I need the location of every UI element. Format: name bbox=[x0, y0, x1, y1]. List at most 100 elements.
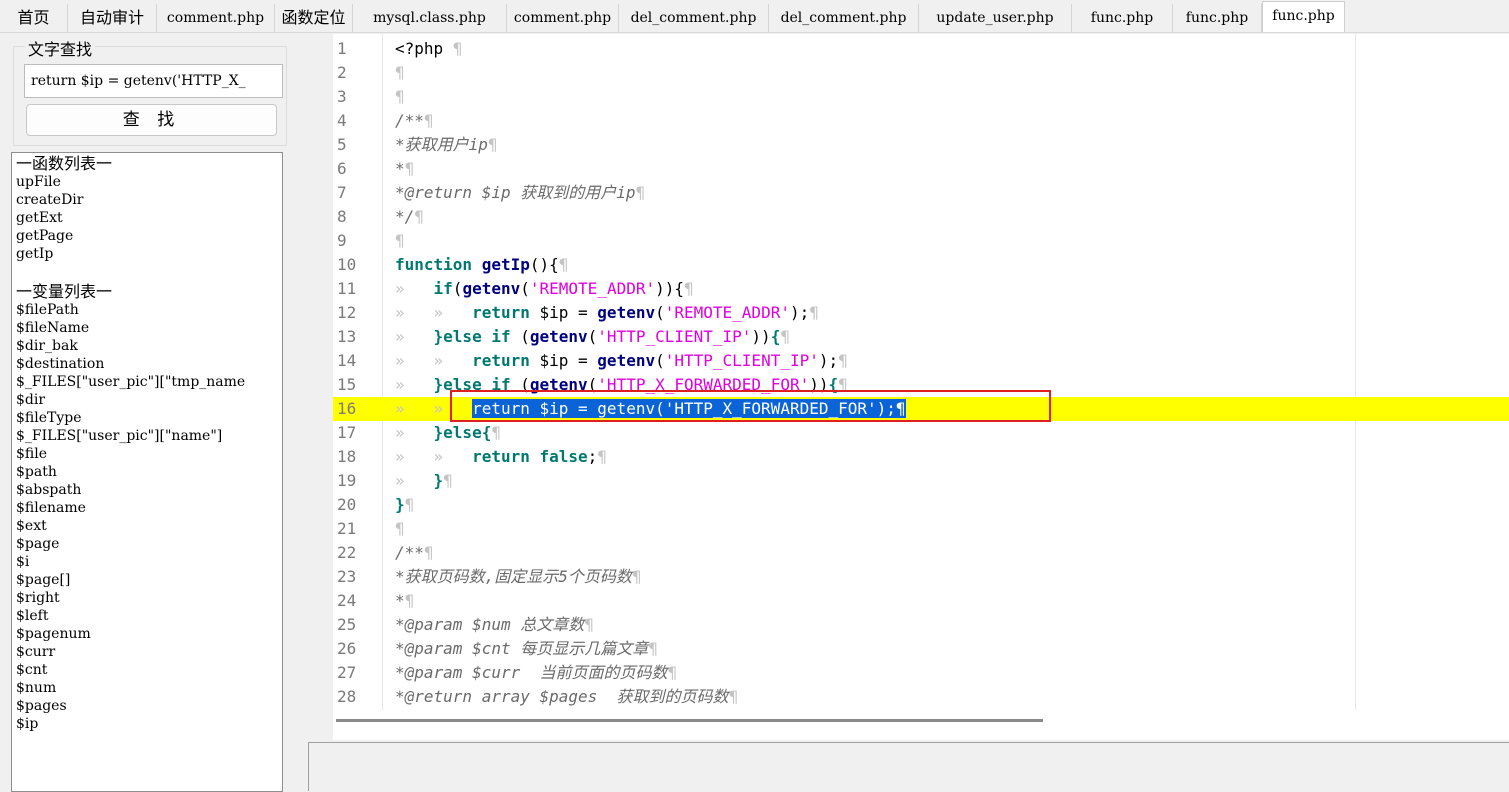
code-text: ¶ bbox=[395, 63, 405, 82]
line-number: 2 bbox=[337, 63, 347, 82]
variable-list-item[interactable]: $destination bbox=[12, 355, 282, 373]
code-line[interactable]: 8 */¶ bbox=[333, 205, 1509, 229]
variable-list-item[interactable]: $page bbox=[12, 535, 282, 553]
line-number: 4 bbox=[337, 111, 347, 130]
tab-9[interactable]: func.php bbox=[1072, 4, 1173, 32]
code-line[interactable]: 17 » }else{¶ bbox=[333, 421, 1509, 445]
function-list-header: 一函数列表一 bbox=[16, 154, 113, 173]
variable-list-item[interactable]: $dir bbox=[12, 391, 282, 409]
code-line[interactable]: 25 *@param $num 总文章数¶ bbox=[333, 613, 1509, 637]
tab-8[interactable]: update_user.php bbox=[919, 4, 1072, 32]
tab-7[interactable]: del_comment.php bbox=[769, 4, 919, 32]
code-text: ¶ bbox=[395, 87, 405, 106]
function-list-item[interactable]: getIp bbox=[12, 245, 282, 263]
highlight-annotation-box bbox=[450, 390, 1051, 422]
variable-list-item[interactable]: $filename bbox=[12, 499, 282, 517]
variable-list-item[interactable]: $path bbox=[12, 463, 282, 481]
variable-list-item[interactable]: $_FILES["user_pic"]["tmp_name bbox=[12, 373, 282, 391]
variable-list-item[interactable]: $page[] bbox=[12, 571, 282, 589]
tab-1[interactable]: 自动审计 bbox=[68, 4, 157, 32]
variable-list-item[interactable]: $ext bbox=[12, 517, 282, 535]
tab-5[interactable]: comment.php bbox=[507, 4, 619, 32]
code-line[interactable]: 21 ¶ bbox=[333, 517, 1509, 541]
code-line[interactable]: 11 » if(getenv('REMOTE_ADDR')){¶ bbox=[333, 277, 1509, 301]
variable-list-item[interactable]: $pagenum bbox=[12, 625, 282, 643]
code-line[interactable]: 3 ¶ bbox=[333, 85, 1509, 109]
code-text: *@param $cnt 每页显示几篇文章¶ bbox=[395, 639, 658, 658]
code-line[interactable]: 7 *@return $ip 获取到的用户ip¶ bbox=[333, 181, 1509, 205]
function-list-item[interactable]: getExt bbox=[12, 209, 282, 227]
variable-list-item[interactable]: $file bbox=[12, 445, 282, 463]
symbol-list-panel[interactable]: 一函数列表一 upFile createDir getExt getPage getIp… bbox=[11, 152, 283, 792]
code-line[interactable]: 23 *获取页码数,固定显示5个页码数¶ bbox=[333, 565, 1509, 589]
code-text: }¶ bbox=[395, 495, 415, 514]
variable-list-item[interactable]: $cnt bbox=[12, 661, 282, 679]
tab-11[interactable]: func.php bbox=[1262, 1, 1345, 32]
function-list-item[interactable]: upFile bbox=[12, 173, 282, 191]
horizontal-scrollbar[interactable] bbox=[333, 710, 1509, 740]
code-editor[interactable]: 1 <?php ¶ 2 ¶ 3 ¶ 4/**¶ 5 *获取用户ip¶ 6 *¶ 7 *@return $… bbox=[333, 34, 1509, 710]
variable-list-item[interactable]: $fileType bbox=[12, 409, 282, 427]
code-line[interactable]: 10 function getIp(){¶ bbox=[333, 253, 1509, 277]
line-number: 28 bbox=[337, 687, 357, 706]
line-number: 26 bbox=[337, 639, 357, 658]
line-number: 3 bbox=[337, 87, 347, 106]
line-number: 24 bbox=[337, 591, 357, 610]
variable-list-item[interactable]: $right bbox=[12, 589, 282, 607]
code-text: <?php ¶ bbox=[395, 39, 463, 58]
tab-0[interactable]: 首页 bbox=[0, 4, 68, 32]
code-line[interactable]: 24 *¶ bbox=[333, 589, 1509, 613]
code-text: » » return $ip = getenv('REMOTE_ADDR');¶ bbox=[395, 303, 819, 322]
line-number: 16 bbox=[337, 399, 357, 418]
function-list-item[interactable]: createDir bbox=[12, 191, 282, 209]
code-line[interactable]: 5 *获取用户ip¶ bbox=[333, 133, 1509, 157]
code-line[interactable]: 14 » » return $ip = getenv('HTTP_CLIENT_I… bbox=[333, 349, 1509, 373]
code-line[interactable]: 13 » }else if (getenv('HTTP_CLIENT_IP')){… bbox=[333, 325, 1509, 349]
horizontal-scrollbar-thumb[interactable] bbox=[336, 719, 1043, 722]
line-number: 9 bbox=[337, 231, 347, 250]
code-line[interactable]: 28 *@return array $pages 获取到的页码数¶ bbox=[333, 685, 1509, 709]
code-text: *@return array $pages 获取到的页码数¶ bbox=[395, 687, 739, 706]
code-line[interactable]: 18 » » return false;¶ bbox=[333, 445, 1509, 469]
code-line[interactable]: 4 /**¶ bbox=[333, 109, 1509, 133]
code-line[interactable]: 22 /**¶ bbox=[333, 541, 1509, 565]
code-line[interactable]: 12 » » return $ip = getenv('REMOTE_ADDR')… bbox=[333, 301, 1509, 325]
search-button[interactable]: 查 找 bbox=[26, 104, 277, 136]
code-text: *@return $ip 获取到的用户ip¶ bbox=[395, 183, 646, 202]
line-number: 11 bbox=[337, 279, 357, 298]
variable-list-item[interactable]: $ip bbox=[12, 715, 282, 733]
variable-list-item[interactable]: $left bbox=[12, 607, 282, 625]
code-text: » }else{¶ bbox=[395, 423, 501, 442]
tab-2[interactable]: comment.php bbox=[157, 4, 275, 32]
tab-3[interactable]: 函数定位 bbox=[275, 4, 353, 32]
line-number: 17 bbox=[337, 423, 357, 442]
line-number: 5 bbox=[337, 135, 347, 154]
search-input[interactable]: return $ip = getenv('HTTP_X_ bbox=[24, 64, 283, 98]
variable-list-item[interactable]: $pages bbox=[12, 697, 282, 715]
line-number: 22 bbox=[337, 543, 357, 562]
code-line[interactable]: 2 ¶ bbox=[333, 61, 1509, 85]
line-number: 6 bbox=[337, 159, 347, 178]
code-line[interactable]: 6 *¶ bbox=[333, 157, 1509, 181]
variable-list-item[interactable]: $abspath bbox=[12, 481, 282, 499]
variable-list-item[interactable]: $num bbox=[12, 679, 282, 697]
variable-list-item[interactable]: $dir_bak bbox=[12, 337, 282, 355]
code-line[interactable]: 19 » }¶ bbox=[333, 469, 1509, 493]
variable-list-item[interactable]: $filePath bbox=[12, 301, 282, 319]
tab-10[interactable]: func.php bbox=[1173, 4, 1262, 32]
variable-list-item[interactable]: $curr bbox=[12, 643, 282, 661]
code-text: /**¶ bbox=[395, 111, 434, 130]
variable-list-item[interactable]: $i bbox=[12, 553, 282, 571]
code-line[interactable]: 27 *@param $curr 当前页面的页码数¶ bbox=[333, 661, 1509, 685]
variable-list-item[interactable]: $_FILES["user_pic"]["name"] bbox=[12, 427, 282, 445]
function-list-item[interactable]: getPage bbox=[12, 227, 282, 245]
tab-4[interactable]: mysql.class.php bbox=[353, 4, 507, 32]
code-line[interactable]: 9 ¶ bbox=[333, 229, 1509, 253]
line-number: 27 bbox=[337, 663, 357, 682]
code-line[interactable]: 26 *@param $cnt 每页显示几篇文章¶ bbox=[333, 637, 1509, 661]
code-line[interactable]: 1 <?php ¶ bbox=[333, 37, 1509, 61]
code-text: function getIp(){¶ bbox=[395, 255, 569, 274]
code-line[interactable]: 20}¶ bbox=[333, 493, 1509, 517]
variable-list-item[interactable]: $fileName bbox=[12, 319, 282, 337]
tab-6[interactable]: del_comment.php bbox=[619, 4, 769, 32]
